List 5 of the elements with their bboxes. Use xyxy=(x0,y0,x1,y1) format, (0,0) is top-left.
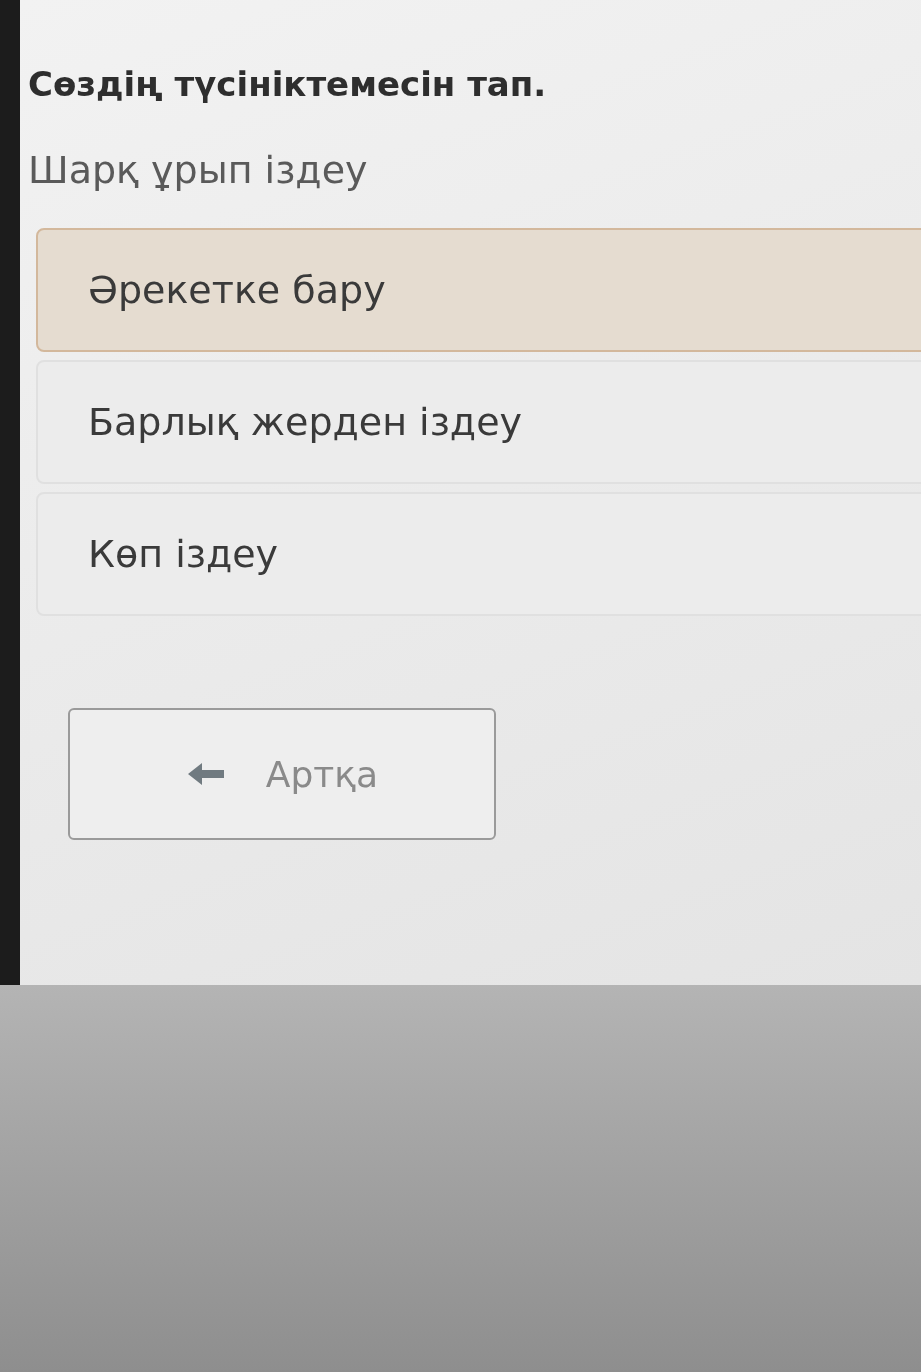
answer-option[interactable]: Әрекетке бару xyxy=(36,228,921,352)
question-title: Сөздің түсініктемесін тап. xyxy=(28,64,548,104)
answer-option[interactable]: Көп іздеу xyxy=(36,492,921,616)
answer-option[interactable]: Барлық жерден іздеу xyxy=(36,360,921,484)
question-word: Шарқ ұрып іздеу xyxy=(28,148,369,192)
